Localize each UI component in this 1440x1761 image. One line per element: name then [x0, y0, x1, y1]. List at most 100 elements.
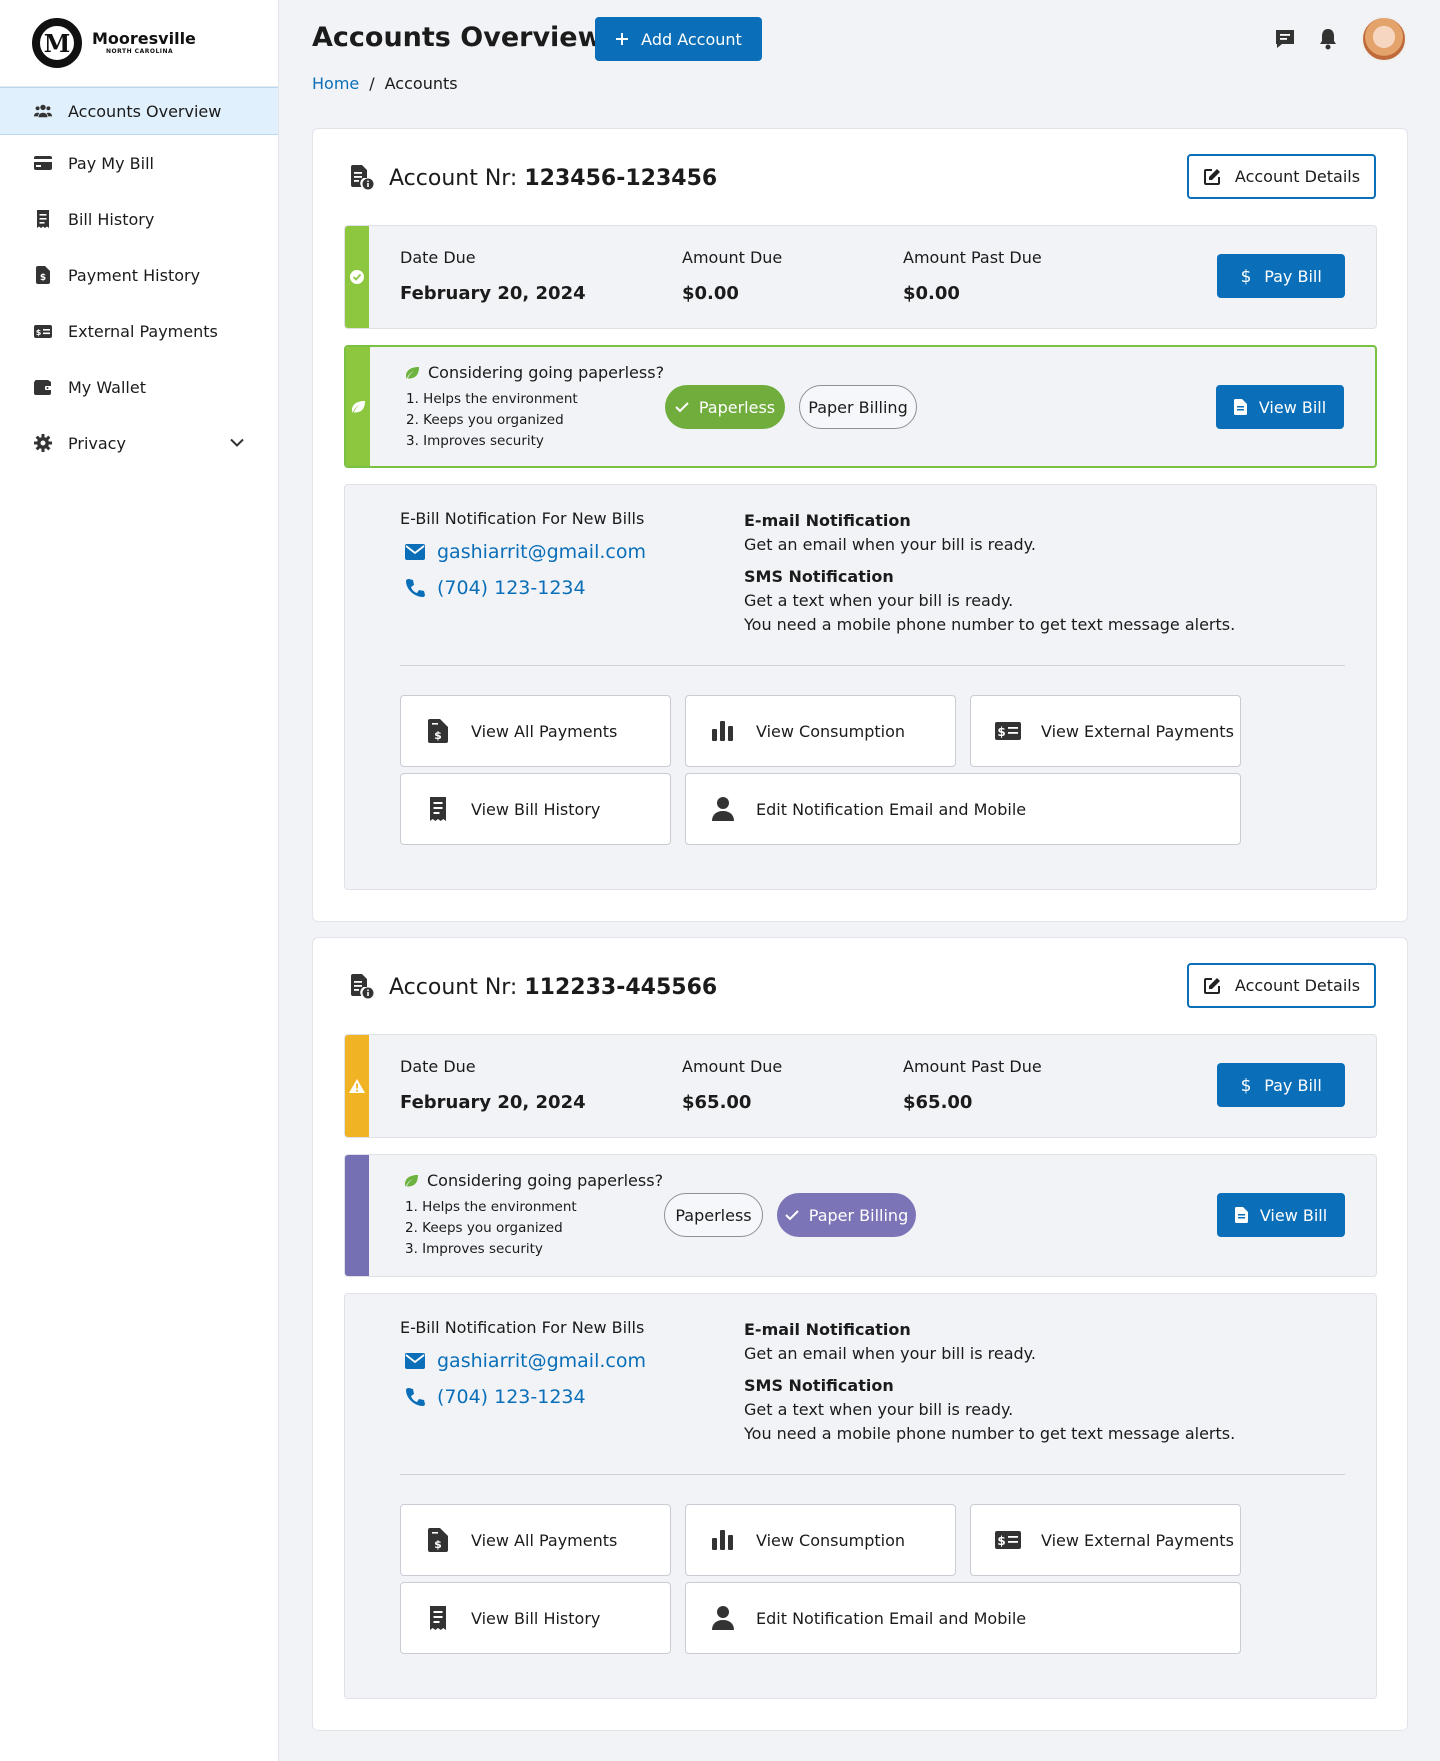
view-external-payments-button[interactable]: $ View External Payments: [970, 695, 1241, 767]
amount-due: Amount Due $0.00: [682, 248, 782, 304]
edit-notification-button[interactable]: Edit Notification Email and Mobile: [685, 1582, 1241, 1654]
amount-past-due: Amount Past Due $0.00: [903, 248, 1042, 304]
view-all-payments-button[interactable]: $ View All Payments: [400, 695, 671, 767]
receipt-icon: [425, 796, 451, 822]
ebill-title: E-Bill Notification For New Bills: [400, 509, 645, 528]
wallet-icon: [34, 378, 52, 396]
action-label: View All Payments: [471, 721, 618, 741]
leaf-icon: [403, 1174, 419, 1188]
edit-icon: [1203, 168, 1221, 186]
leaf-icon: [350, 400, 366, 414]
receipt-icon: [34, 210, 52, 228]
view-consumption-button[interactable]: View Consumption: [685, 695, 956, 767]
brand-logo[interactable]: M Mooresville NORTH CAROLINA: [0, 0, 278, 87]
due-summary: Date Due February 20, 2024 Amount Due $6…: [344, 1034, 1377, 1138]
sidebar-item-label: My Wallet: [68, 377, 146, 397]
sidebar-item-accounts-overview[interactable]: Accounts Overview: [0, 87, 278, 135]
add-account-button[interactable]: Add Account: [595, 17, 762, 61]
view-all-payments-button[interactable]: $ View All Payments: [400, 1504, 671, 1576]
breadcrumb-home-link[interactable]: Home: [312, 74, 359, 93]
paperless-title: Considering going paperless?: [404, 363, 664, 382]
action-label: View External Payments: [1041, 721, 1234, 741]
sidebar-item-external-payments[interactable]: $ External Payments: [0, 303, 278, 359]
gear-icon: [34, 434, 52, 452]
bar-chart-icon: [710, 1527, 736, 1553]
date-due-value: February 20, 2024: [400, 1092, 586, 1113]
account-details-button[interactable]: Account Details: [1187, 963, 1376, 1008]
account-label: Account Nr:: [389, 974, 518, 1000]
paperless-option[interactable]: Paperless: [664, 1193, 763, 1237]
sidebar-item-bill-history[interactable]: Bill History: [0, 191, 278, 247]
amount-due: Amount Due $65.00: [682, 1057, 782, 1113]
view-bill-button[interactable]: View Bill: [1216, 385, 1344, 429]
brand-subtitle: NORTH CAROLINA: [106, 48, 174, 55]
invoice-dollar-icon: $: [425, 1527, 451, 1553]
date-due: Date Due February 20, 2024: [400, 1057, 586, 1113]
sidebar-item-label: Privacy: [68, 433, 126, 453]
sidebar-item-payment-history[interactable]: $ Payment History: [0, 247, 278, 303]
status-strip: [345, 226, 369, 328]
notification-box: E-Bill Notification For New Bills gashia…: [344, 484, 1377, 890]
view-external-payments-button[interactable]: $ View External Payments: [970, 1504, 1241, 1576]
page-title: Accounts Overview: [312, 22, 603, 53]
paperless-benefits: 1. Helps the environment 2. Keeps you or…: [406, 389, 578, 452]
view-consumption-button[interactable]: View Consumption: [685, 1504, 956, 1576]
notification-email[interactable]: gashiarrit@gmail.com: [405, 1350, 646, 1372]
paper-billing-option-label: Paper Billing: [808, 397, 908, 417]
paperless-strip: [346, 347, 370, 466]
sidebar-item-my-wallet[interactable]: My Wallet: [0, 359, 278, 415]
avatar[interactable]: [1361, 16, 1407, 62]
account-details-label: Account Details: [1234, 976, 1361, 995]
brand-name: Mooresville: [92, 29, 196, 48]
paperless-box: Considering going paperless? 1. Helps th…: [344, 1154, 1377, 1277]
breadcrumb-current: Accounts: [384, 74, 458, 93]
date-due: Date Due February 20, 2024: [400, 248, 586, 304]
chevron-down-icon[interactable]: [230, 438, 244, 448]
sidebar-item-label: Accounts Overview: [68, 101, 222, 121]
account-header: Account Nr: 123456-123456: [349, 165, 717, 191]
check-icon: [675, 401, 689, 413]
bell-icon[interactable]: [1318, 28, 1338, 50]
notification-email[interactable]: gashiarrit@gmail.com: [405, 541, 646, 563]
money-check-icon: $: [995, 718, 1021, 744]
action-label: View Bill History: [471, 799, 601, 819]
envelope-icon: [405, 1353, 425, 1369]
view-bill-button[interactable]: View Bill: [1217, 1193, 1345, 1237]
paper-billing-option[interactable]: Paper Billing: [799, 385, 917, 429]
edit-notification-button[interactable]: Edit Notification Email and Mobile: [685, 773, 1241, 845]
amount-past-due: Amount Past Due $65.00: [903, 1057, 1042, 1113]
view-bill-history-button[interactable]: View Bill History: [400, 1582, 671, 1654]
account-details-button[interactable]: Account Details: [1187, 154, 1376, 199]
phone-icon: [405, 578, 425, 598]
action-label: View All Payments: [471, 1530, 618, 1550]
paperless-option[interactable]: Paperless: [665, 385, 785, 429]
ebill-title: E-Bill Notification For New Bills: [400, 1318, 645, 1337]
notification-phone[interactable]: (704) 123-1234: [405, 1386, 586, 1408]
list-item: 3. Improves security: [406, 433, 544, 449]
account-info-icon: [349, 165, 375, 191]
action-label: View Consumption: [756, 1530, 906, 1550]
sidebar-item-privacy[interactable]: Privacy: [0, 415, 278, 471]
pay-bill-button[interactable]: $ Pay Bill: [1217, 1063, 1345, 1107]
svg-text:$: $: [997, 725, 1005, 739]
sidebar-item-label: Pay My Bill: [68, 153, 154, 173]
town-seal-icon: M: [32, 18, 82, 68]
svg-text:$: $: [434, 729, 442, 742]
sms-notification-note: You need a mobile phone number to get te…: [744, 615, 1236, 634]
phone-value: (704) 123-1234: [437, 577, 586, 599]
user-icon: [710, 1605, 736, 1631]
account-card: Account Nr: 112233-445566 Account Detail…: [312, 937, 1408, 1731]
view-bill-history-button[interactable]: View Bill History: [400, 773, 671, 845]
sidebar-item-pay-my-bill[interactable]: Pay My Bill: [0, 135, 278, 191]
seal-letter: M: [38, 24, 76, 62]
user-icon: [710, 796, 736, 822]
notification-phone[interactable]: (704) 123-1234: [405, 577, 586, 599]
email-notification-heading: E-mail Notification: [744, 511, 911, 530]
chat-icon[interactable]: [1274, 28, 1296, 50]
paper-billing-option[interactable]: Paper Billing: [777, 1193, 916, 1237]
bar-chart-icon: [710, 718, 736, 744]
file-icon: [1234, 1207, 1248, 1223]
sms-notification-note: You need a mobile phone number to get te…: [744, 1424, 1236, 1443]
email-value: gashiarrit@gmail.com: [437, 541, 646, 563]
pay-bill-button[interactable]: $ Pay Bill: [1217, 254, 1345, 298]
